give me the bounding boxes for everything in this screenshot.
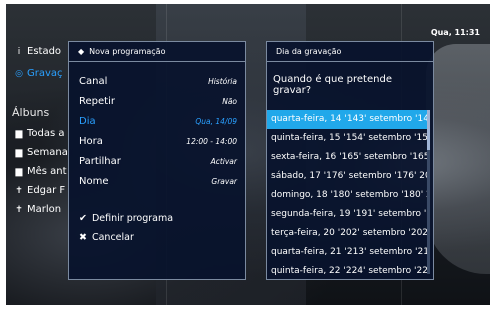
cancel-label: Cancelar xyxy=(91,232,134,243)
day-option[interactable]: segunda-feira, 19 '191' setembro '1 xyxy=(267,205,429,224)
nav-gravacoes[interactable]: ◎ Gravaç xyxy=(14,68,63,79)
field-nome[interactable]: Nome Gravar xyxy=(79,173,237,189)
field-label: Nome xyxy=(79,175,109,187)
field-repetir[interactable]: Repetir Não xyxy=(79,93,237,109)
folder-icon: ▆ xyxy=(15,166,23,177)
nav-estado-label: Estado xyxy=(27,46,62,57)
nav-estado[interactable]: i Estado xyxy=(14,46,61,57)
folder-icon: ▆ xyxy=(15,147,23,158)
background-figure xyxy=(426,44,490,274)
field-label: Canal xyxy=(79,75,108,87)
scrollbar-thumb[interactable] xyxy=(427,110,430,150)
new-schedule-header: ◆ Nova programação xyxy=(69,42,245,62)
field-value: 12:00 - 14:00 xyxy=(186,136,237,146)
field-label: Dia xyxy=(79,115,96,127)
person-icon: ✝ xyxy=(15,204,23,215)
check-icon: ✔ xyxy=(79,213,87,224)
field-value: Qua, 14/09 xyxy=(195,116,237,126)
day-list: quarta-feira, 14 '143' setembro '143' qu… xyxy=(267,110,429,279)
tv-screen: Qua, 11:31 i Estado ◎ Gravaç Álbuns ▆ To… xyxy=(6,4,490,305)
field-label: Repetir xyxy=(79,95,115,107)
day-option[interactable]: sábado, 17 '176' setembro '176' 201 xyxy=(267,167,429,186)
field-hora[interactable]: Hora 12:00 - 14:00 xyxy=(79,133,237,149)
diamond-icon: ◆ xyxy=(78,47,85,56)
folder-icon: ▆ xyxy=(15,128,23,139)
field-label: Hora xyxy=(79,135,103,147)
recording-day-header: Dia da gravação xyxy=(267,42,433,62)
field-label: Partilhar xyxy=(79,155,121,167)
album-item-label: Edgar F xyxy=(27,185,66,196)
album-item-label: Todas a xyxy=(27,128,65,139)
album-item-label: Mês ant xyxy=(27,166,67,177)
day-option[interactable]: quarta-feira, 21 '213' setembro '213' xyxy=(267,243,429,262)
info-icon: i xyxy=(17,46,21,57)
day-option[interactable]: terça-feira, 20 '202' setembro '202' xyxy=(267,224,429,243)
day-list-scrollbar[interactable] xyxy=(427,110,430,274)
define-program-button[interactable]: ✔ Definir programa xyxy=(79,213,173,224)
day-option[interactable]: quarta-feira, 14 '143' setembro '143' xyxy=(267,110,429,129)
nav-gravacoes-label: Gravaç xyxy=(27,68,63,79)
new-schedule-title: Nova programação xyxy=(89,47,166,56)
recordings-icon: ◎ xyxy=(15,68,23,79)
field-dia[interactable]: Dia Qua, 14/09 xyxy=(79,113,237,129)
album-item[interactable]: ✝ Marlon xyxy=(14,204,61,215)
field-value: Não xyxy=(222,96,237,106)
field-canal[interactable]: Canal História xyxy=(79,73,237,89)
field-value: Activar xyxy=(210,156,237,166)
day-option[interactable]: quinta-feira, 22 '224' setembro '224 xyxy=(267,262,429,279)
album-item[interactable]: ✝ Edgar F xyxy=(14,185,65,196)
recording-day-title: Dia da gravação xyxy=(276,47,342,56)
albums-heading: Álbuns xyxy=(12,106,50,119)
close-icon: ✖ xyxy=(79,232,87,243)
field-partilhar[interactable]: Partilhar Activar xyxy=(79,153,237,169)
recording-day-question: Quando é que pretende gravar? xyxy=(273,74,392,96)
album-item[interactable]: ▆ Todas a xyxy=(14,128,65,139)
person-icon: ✝ xyxy=(15,185,23,196)
field-value: Gravar xyxy=(211,176,237,186)
clock: Qua, 11:31 xyxy=(430,28,480,37)
day-option[interactable]: quinta-feira, 15 '154' setembro '154' xyxy=(267,129,429,148)
album-item-label: Semana xyxy=(27,147,68,158)
field-value: História xyxy=(208,76,237,86)
cancel-button[interactable]: ✖ Cancelar xyxy=(79,232,134,243)
recording-day-panel: Dia da gravação Quando é que pretende gr… xyxy=(266,41,434,280)
album-item[interactable]: ▆ Mês ant xyxy=(14,166,67,177)
album-item[interactable]: ▆ Semana xyxy=(14,147,68,158)
album-item-label: Marlon xyxy=(27,204,62,215)
day-option[interactable]: domingo, 18 '180' setembro '180' 20 xyxy=(267,186,429,205)
new-schedule-panel: ◆ Nova programação Canal História Repeti… xyxy=(68,41,246,280)
define-program-label: Definir programa xyxy=(91,213,174,224)
day-option[interactable]: sexta-feira, 16 '165' setembro '165' xyxy=(267,148,429,167)
